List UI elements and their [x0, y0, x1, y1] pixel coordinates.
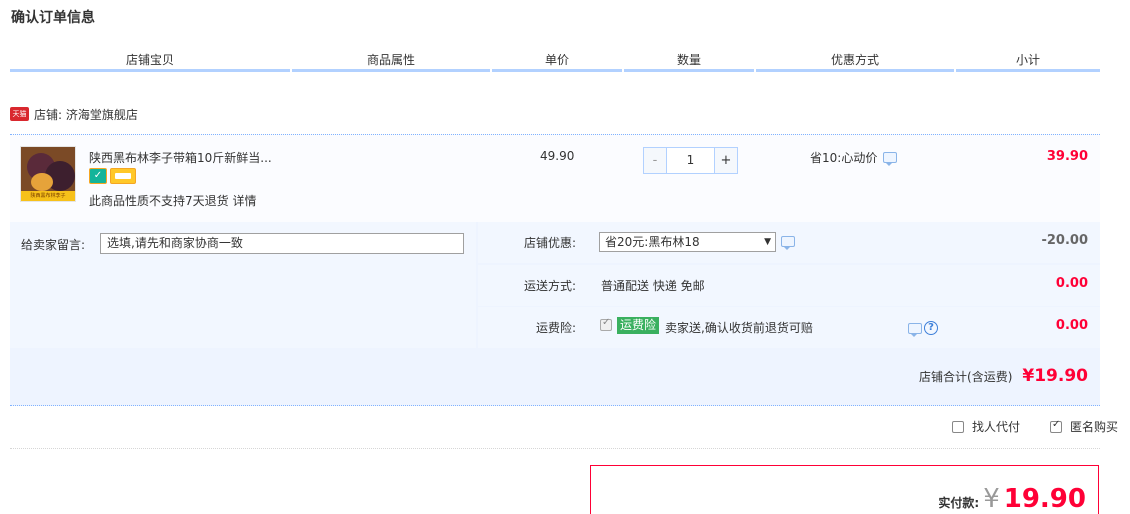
chat-icon[interactable] [908, 322, 922, 337]
shop-discount-row: 店铺优惠: 省20元:黑布林18 ▼ -20.00 [478, 222, 1100, 263]
shipping-row: 运送方式: 普通配送 快递 免邮 0.00 [478, 265, 1100, 306]
anonymous-buy-option[interactable]: 匿名购买 [1049, 418, 1118, 435]
proxy-pay-label: 找人代付 [971, 420, 1020, 434]
item-subtotal: 39.90 [1046, 149, 1088, 164]
shipping-amount: 0.00 [1055, 276, 1088, 291]
insurance-text: 卖家送,确认收货前退货可赔 [665, 321, 813, 335]
shipping-label: 运送方式: [523, 279, 576, 293]
insurance-badge: 运费险 [617, 317, 660, 334]
tmall-icon: 天猫 [10, 107, 29, 121]
credit-card-icon[interactable] [110, 168, 136, 184]
guarantee-icon[interactable]: ✓ [89, 168, 107, 184]
qty-minus-button[interactable]: - [643, 147, 667, 174]
order-item-row: 陕西黑布林李子 陕西黑布林李子带箱10斤新鲜当... ✓ 此商品性质不支持7天退… [10, 134, 1100, 222]
seller-message-input[interactable]: 选填,请先和商家协商一致 [100, 233, 464, 254]
col-header-price: 单价 [492, 48, 622, 72]
final-payment-box: 实付款: ¥ 19.90 [590, 465, 1099, 514]
message-label: 给卖家留言: [21, 238, 86, 252]
col-header-qty: 数量 [624, 48, 754, 72]
qty-input[interactable]: 1 [667, 147, 714, 174]
col-header-promo: 优惠方式 [756, 48, 954, 72]
insurance-checkbox[interactable] [600, 317, 612, 331]
proxy-pay-checkbox[interactable] [951, 420, 964, 433]
help-icon[interactable]: ? [924, 321, 938, 335]
service-icons: ✓ [89, 168, 136, 184]
insurance-amount: 0.00 [1055, 318, 1088, 333]
return-policy-note[interactable]: 此商品性质不支持7天退货 详情 [89, 192, 256, 209]
discount-selected-value: 省20元:黑布林18 [605, 235, 700, 249]
final-amount: 19.90 [1003, 484, 1086, 514]
proxy-pay-option[interactable]: 找人代付 [951, 418, 1020, 435]
discount-label: 店铺优惠: [523, 236, 576, 250]
seller-message-section: 给卖家留言: 选填,请先和商家协商一致 [10, 222, 476, 348]
shipping-method: 普通配送 快递 免邮 [601, 279, 705, 293]
discount-select[interactable]: 省20元:黑布林18 ▼ [599, 232, 776, 252]
shop-total-label: 店铺合计(含运费) [919, 370, 1013, 384]
anonymous-buy-checkbox[interactable] [1049, 419, 1062, 433]
insurance-icons: ? [908, 321, 938, 337]
product-thumbnail[interactable]: 陕西黑布林李子 [20, 146, 76, 202]
shipping-insurance-row: 运费险: 运费险 卖家送,确认收货前退货可赔 ? 0.00 [478, 307, 1100, 348]
discount-amount: -20.00 [1041, 233, 1088, 248]
page-title: 确认订单信息 [11, 10, 95, 26]
quantity-stepper: - 1 + [643, 147, 738, 174]
payment-options: 找人代付 匿名购买 [951, 418, 1118, 435]
final-label: 实付款: [938, 496, 980, 510]
final-payment: 实付款: ¥ 19.90 [938, 484, 1086, 514]
col-header-subtotal: 小计 [956, 48, 1100, 72]
shop-line: 天猫 店铺: 济海堂旗舰店 [10, 106, 138, 122]
insurance-label: 运费险: [535, 321, 576, 335]
chat-icon[interactable] [781, 236, 795, 250]
dropdown-arrow-icon: ▼ [764, 237, 771, 247]
currency-symbol: ¥ [983, 484, 1000, 514]
shop-name[interactable]: 店铺: 济海堂旗舰店 [34, 106, 138, 123]
chat-icon[interactable] [883, 152, 898, 166]
column-header-row: 店铺宝贝 商品属性 单价 数量 优惠方式 小计 [10, 48, 1100, 76]
col-header-item: 店铺宝贝 [10, 48, 290, 72]
divider [10, 448, 1100, 449]
promo-info: 省10:心动价 [810, 149, 898, 166]
product-title-link[interactable]: 陕西黑布林李子带箱10斤新鲜当... [89, 149, 272, 166]
thumb-caption: 陕西黑布林李子 [21, 191, 75, 201]
col-header-attrs: 商品属性 [292, 48, 490, 72]
order-options-panel: 给卖家留言: 选填,请先和商家协商一致 店铺优惠: 省20元:黑布林18 ▼ -… [10, 222, 1100, 406]
shop-total: 店铺合计(含运费) ¥19.90 [919, 366, 1088, 386]
unit-price: 49.90 [540, 149, 575, 163]
promo-text: 省10:心动价 [810, 151, 878, 165]
shop-total-value: ¥19.90 [1022, 366, 1088, 386]
anonymous-buy-label: 匿名购买 [1069, 420, 1118, 434]
qty-plus-button[interactable]: + [714, 147, 738, 174]
